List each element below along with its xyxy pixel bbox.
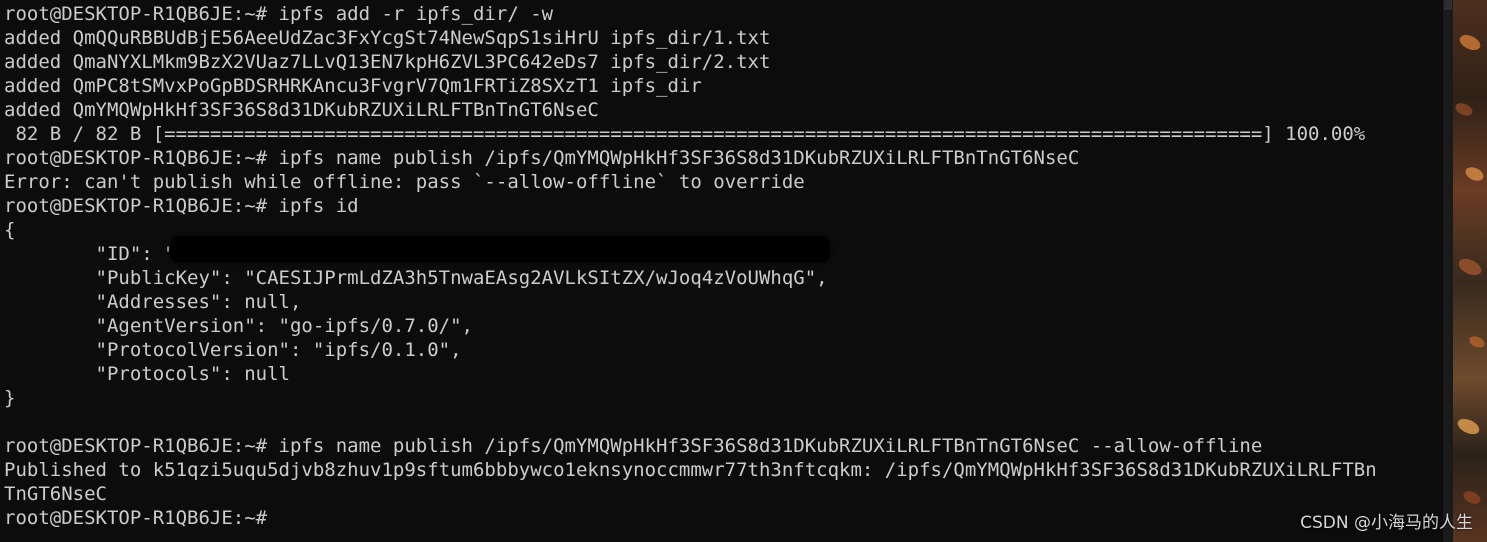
scrollbar-thumb[interactable]	[1444, 0, 1452, 10]
autumn-leaf-icon	[1467, 334, 1487, 350]
terminal-window[interactable]: root@DESKTOP-R1QB6JE:~# ipfs add -r ipfs…	[0, 0, 1443, 542]
terminal-line-18	[4, 410, 1377, 434]
autumn-leaf-icon	[1463, 164, 1486, 184]
terminal-line-12: "PublicKey": "CAESIJPrmLdZA3h5TnwaEAsg2A…	[4, 267, 828, 289]
autumn-leaf-icon	[1453, 100, 1475, 119]
autumn-leaf-icon	[1456, 255, 1484, 279]
terminal-line-13: "Addresses": null,	[4, 291, 302, 313]
terminal-line-3: added QmaNYXLMkm9BzX2VUaz7LLvQ13EN7kpH6Z…	[4, 51, 771, 73]
terminal-line-4: added QmPC8tSMvxPoGpBDSRHRKAncu3FvgrV7Qm…	[4, 75, 702, 97]
terminal-line-15: "ProtocolVersion": "ipfs/0.1.0",	[4, 339, 462, 361]
terminal-line-19: root@DESKTOP-R1QB6JE:~# ipfs name publis…	[4, 435, 1263, 457]
blurred-id-redaction-icon	[170, 236, 830, 262]
terminal-line-20: Published to k51qzi5uqu5djvb8zhuv1p9sftu…	[4, 459, 1377, 481]
terminal-line-17: }	[4, 387, 16, 409]
csdn-watermark: CSDN @小海马的人生	[1300, 513, 1473, 533]
terminal-line-8: Error: can't publish while offline: pass…	[4, 171, 805, 193]
terminal-line-9: root@DESKTOP-R1QB6JE:~# ipfs id	[4, 195, 359, 217]
terminal-line-16: "Protocols": null	[4, 363, 290, 385]
terminal-line-5: added QmYMQWpHkHf3SF36S8d31DKubRZUXiLRLF…	[4, 99, 599, 121]
autumn-leaf-icon	[1461, 488, 1483, 507]
terminal-line-7: root@DESKTOP-R1QB6JE:~# ipfs name publis…	[4, 147, 1080, 169]
terminal-line-2: added QmQQuRBBUdBjE56AeeUdZac3FxYcgSt74N…	[4, 27, 771, 49]
terminal-line-14: "AgentVersion": "go-ipfs/0.7.0/",	[4, 315, 474, 337]
desktop-wallpaper	[1453, 0, 1487, 542]
terminal-output: root@DESKTOP-R1QB6JE:~# ipfs add -r ipfs…	[4, 2, 1377, 530]
autumn-leaf-icon	[1457, 31, 1483, 54]
terminal-line-6: 82 B / 82 B [===========================…	[4, 123, 1366, 145]
screenshot: root@DESKTOP-R1QB6JE:~# ipfs add -r ipfs…	[0, 0, 1487, 542]
terminal-line-21: TnGT6NseC	[4, 483, 107, 505]
terminal-scrollbar[interactable]	[1443, 0, 1453, 542]
autumn-leaf-icon	[1455, 415, 1482, 438]
terminal-line-1: root@DESKTOP-R1QB6JE:~# ipfs add -r ipfs…	[4, 3, 554, 25]
terminal-line-22: root@DESKTOP-R1QB6JE:~#	[4, 507, 268, 529]
